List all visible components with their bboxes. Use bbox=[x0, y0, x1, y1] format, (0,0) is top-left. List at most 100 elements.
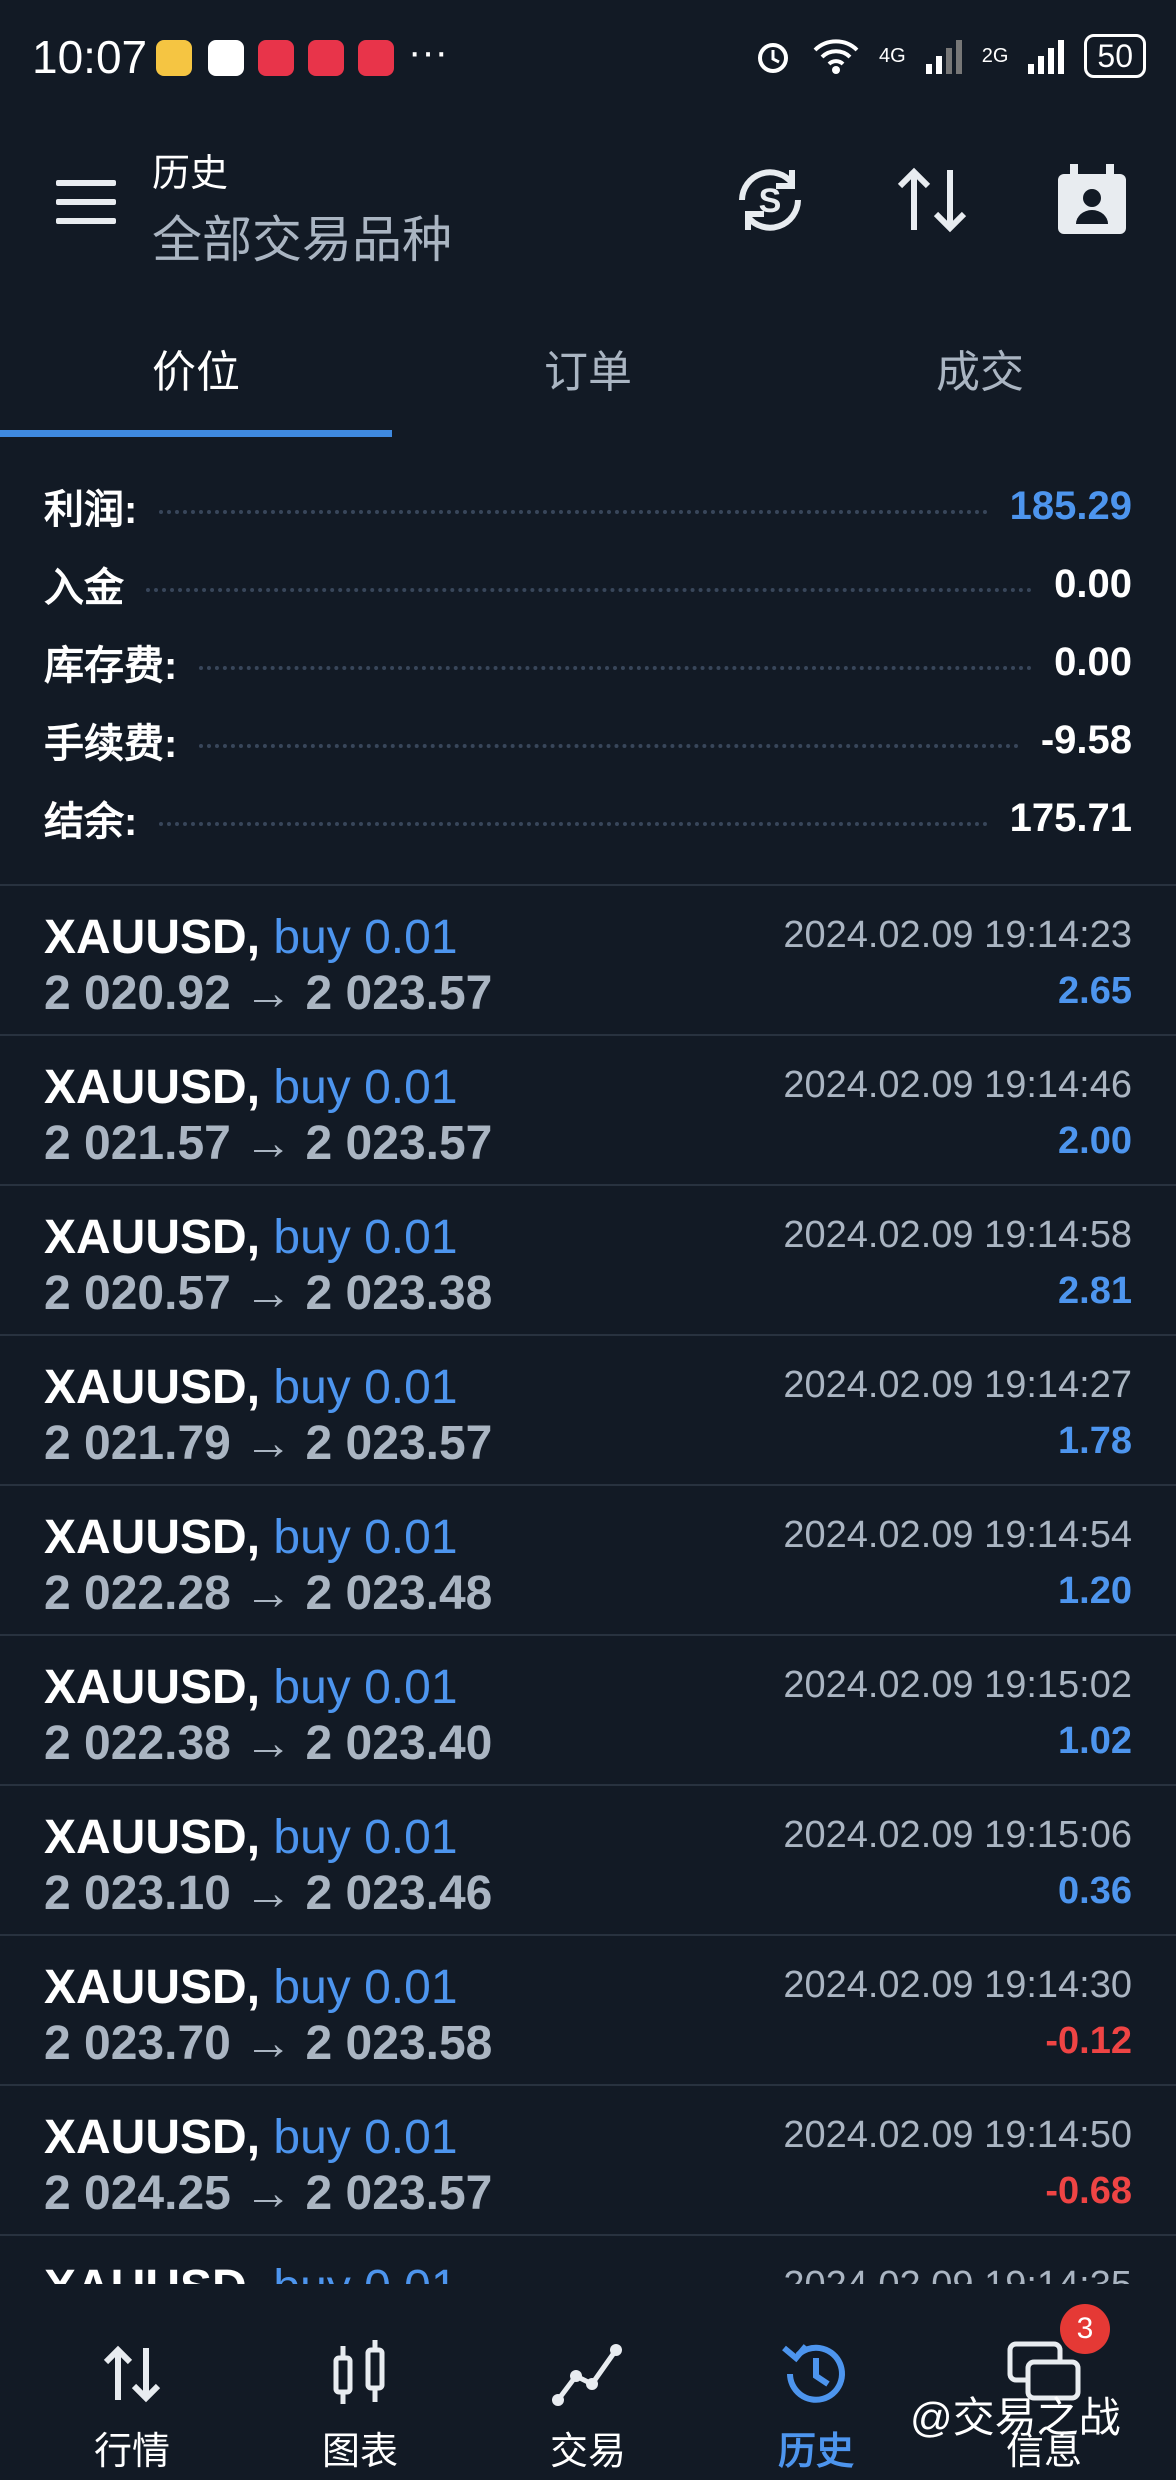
trade-time: 2024.02.09 19:14:50 bbox=[783, 2114, 1132, 2156]
trade-symbol: XAUUSD, bbox=[44, 911, 261, 964]
trade-profit: 2.65 bbox=[1058, 970, 1132, 1012]
trade-prices: 2 021.79 → 2 023.57 bbox=[44, 1417, 493, 1470]
trade-prices: 2 020.57 → 2 023.38 bbox=[44, 1267, 493, 1320]
trade-side: buy 0.01 bbox=[273, 911, 458, 964]
menu-icon[interactable] bbox=[56, 180, 116, 224]
nav-trade[interactable]: 交易 bbox=[474, 2284, 702, 2480]
nav-quotes[interactable]: 行情 bbox=[18, 2284, 246, 2480]
trade-side: buy 0.01 bbox=[273, 1211, 458, 1264]
trade-side: buy 0.01 bbox=[273, 1511, 458, 1564]
trade-row[interactable]: XAUUSD, buy 0.01 2 023.70 → 2 023.58 202… bbox=[0, 1936, 1176, 2086]
summary-value: 185.29 bbox=[1009, 483, 1132, 528]
summary-value: -9.58 bbox=[1040, 717, 1132, 762]
nav-label: 图表 bbox=[321, 2431, 398, 2473]
tab-orders[interactable]: 订单 bbox=[392, 336, 784, 400]
trade-side: buy 0.01 bbox=[273, 1661, 458, 1714]
tieba-app-icon bbox=[208, 40, 244, 76]
trade-time: 2024.02.09 19:15:06 bbox=[783, 1814, 1132, 1856]
trade-side: buy 0.01 bbox=[273, 1061, 458, 1114]
tab-positions[interactable]: 价位 bbox=[0, 336, 392, 400]
nav-messages[interactable]: 信息 bbox=[930, 2284, 1158, 2480]
trade-time: 2024.02.09 19:14:58 bbox=[783, 1214, 1132, 1256]
signal-icon-2 bbox=[1028, 40, 1065, 74]
trade-row[interactable]: XAUUSD, buy 0.01 2 020.57 → 2 023.38 202… bbox=[0, 1186, 1176, 1336]
trade-prices: 2 021.57 → 2 023.57 bbox=[44, 1117, 493, 1170]
trade-profit: -0.12 bbox=[1045, 2020, 1132, 2062]
trade-row[interactable]: XAUUSD, buy 0.01 2 021.57 → 2 023.57 202… bbox=[0, 1036, 1176, 1186]
trade-prices: 2 023.70 → 2 023.58 bbox=[44, 2017, 493, 2070]
trade-side: buy 0.01 bbox=[273, 1361, 458, 1414]
sort-icon[interactable] bbox=[892, 160, 972, 240]
summary-value: 0.00 bbox=[1054, 639, 1132, 684]
nav-label: 交易 bbox=[549, 2431, 626, 2473]
trade-profit: 1.78 bbox=[1058, 1420, 1132, 1462]
trade-symbol: XAUUSD, bbox=[44, 1661, 261, 1714]
summary-value: 0.00 bbox=[1054, 561, 1132, 606]
network-label-2: 2G bbox=[981, 44, 1009, 67]
summary-deposit: 入金 0.00 bbox=[44, 554, 1132, 614]
trade-prices: 2 020.92 → 2 023.57 bbox=[44, 967, 493, 1020]
status-bar: 10:07 ··· 4G 2G 50 bbox=[0, 0, 1176, 120]
trade-row[interactable]: XAUUSD, buy 0.01 2 023.10 → 2 023.46 202… bbox=[0, 1786, 1176, 1936]
trade-row[interactable]: XAUUSD, buy 0.01 2 024.25 → 2 023.57 202… bbox=[0, 2086, 1176, 2236]
shopping-app-icon bbox=[258, 40, 294, 76]
trade-side: buy 0.01 bbox=[273, 1811, 458, 1864]
history-icon bbox=[782, 2344, 845, 2403]
trade-profit: 2.00 bbox=[1058, 1120, 1132, 1162]
summary-commission: 手续费: -9.58 bbox=[44, 710, 1132, 770]
quotes-icon bbox=[103, 2345, 161, 2403]
trade-row[interactable]: XAUUSD, buy 0.01 2 021.79 → 2 023.57 202… bbox=[0, 1336, 1176, 1486]
trade-symbol: XAUUSD, bbox=[44, 1961, 261, 2014]
trade-time: 2024.02.09 19:14:23 bbox=[783, 914, 1132, 956]
trade-profit: -0.68 bbox=[1045, 2170, 1132, 2212]
trade-profit: 2.81 bbox=[1058, 1270, 1132, 1312]
trade-row[interactable]: XAUUSD, buy 0.01 2 020.92 → 2 023.57 202… bbox=[0, 886, 1176, 1036]
messages-badge: 3 bbox=[1060, 2304, 1110, 2354]
chart-icon bbox=[333, 2340, 385, 2404]
network-label-1: 4G bbox=[879, 44, 906, 67]
page-title: 历史 bbox=[152, 153, 229, 195]
bottom-nav: 行情 图表 交易 历史 信息 bbox=[0, 2284, 1176, 2480]
trade-symbol: XAUUSD, bbox=[44, 1061, 261, 1114]
trade-row[interactable]: XAUUSD, buy 0.01 2 022.38 → 2 023.40 202… bbox=[0, 1636, 1176, 1786]
trade-prices: 2 024.25 → 2 023.57 bbox=[44, 2167, 493, 2220]
more-notifications-icon: ··· bbox=[408, 30, 448, 74]
summary-label: 手续费: bbox=[44, 722, 178, 766]
sync-currency-icon[interactable]: S bbox=[730, 160, 810, 240]
nav-label: 历史 bbox=[777, 2431, 854, 2473]
summary-profit: 利润: 185.29 bbox=[44, 476, 1132, 536]
mail-app-icon bbox=[156, 40, 192, 76]
nav-label: 行情 bbox=[93, 2431, 170, 2473]
trade-icon bbox=[552, 2344, 622, 2406]
trade-prices: 2 022.28 → 2 023.48 bbox=[44, 1567, 493, 1620]
summary-swap: 库存费: 0.00 bbox=[44, 632, 1132, 692]
nav-chart[interactable]: 图表 bbox=[246, 2284, 474, 2480]
active-tab-indicator bbox=[0, 430, 392, 437]
trade-symbol: XAUUSD, bbox=[44, 1811, 261, 1864]
trade-row[interactable]: XAUUSD, buy 0.01 2 022.28 → 2 023.48 202… bbox=[0, 1486, 1176, 1636]
trade-time: 2024.02.09 19:15:02 bbox=[783, 1664, 1132, 1706]
trade-profit: 1.20 bbox=[1058, 1570, 1132, 1612]
trade-symbol: XAUUSD, bbox=[44, 1211, 261, 1264]
trade-side: buy 0.01 bbox=[273, 2111, 458, 2164]
shopping-app-icon-3 bbox=[358, 40, 394, 76]
trade-side: buy 0.01 bbox=[273, 1961, 458, 2014]
svg-text:S: S bbox=[759, 182, 782, 220]
trade-time: 2024.02.09 19:14:30 bbox=[783, 1964, 1132, 2006]
trade-prices: 2 022.38 → 2 023.40 bbox=[44, 1717, 493, 1770]
summary-label: 入金 bbox=[44, 566, 124, 610]
tab-deals[interactable]: 成交 bbox=[784, 336, 1176, 400]
wifi-icon bbox=[813, 39, 859, 74]
trade-prices: 2 023.10 → 2 023.46 bbox=[44, 1867, 493, 1920]
status-right: 4G 2G 50 bbox=[753, 34, 1146, 78]
symbol-filter[interactable]: 全部交易品种 bbox=[152, 200, 452, 272]
battery-indicator: 50 bbox=[1084, 34, 1146, 78]
trade-time: 2024.02.09 19:14:27 bbox=[783, 1364, 1132, 1406]
signal-icon bbox=[925, 40, 962, 74]
alarm-icon bbox=[758, 43, 789, 73]
trade-symbol: XAUUSD, bbox=[44, 1361, 261, 1414]
watermark: @交易之战 bbox=[910, 2394, 1121, 2441]
calendar-icon[interactable] bbox=[1052, 160, 1132, 240]
nav-history[interactable]: 历史 bbox=[702, 2284, 930, 2480]
shopping-app-icon-2 bbox=[308, 40, 344, 76]
